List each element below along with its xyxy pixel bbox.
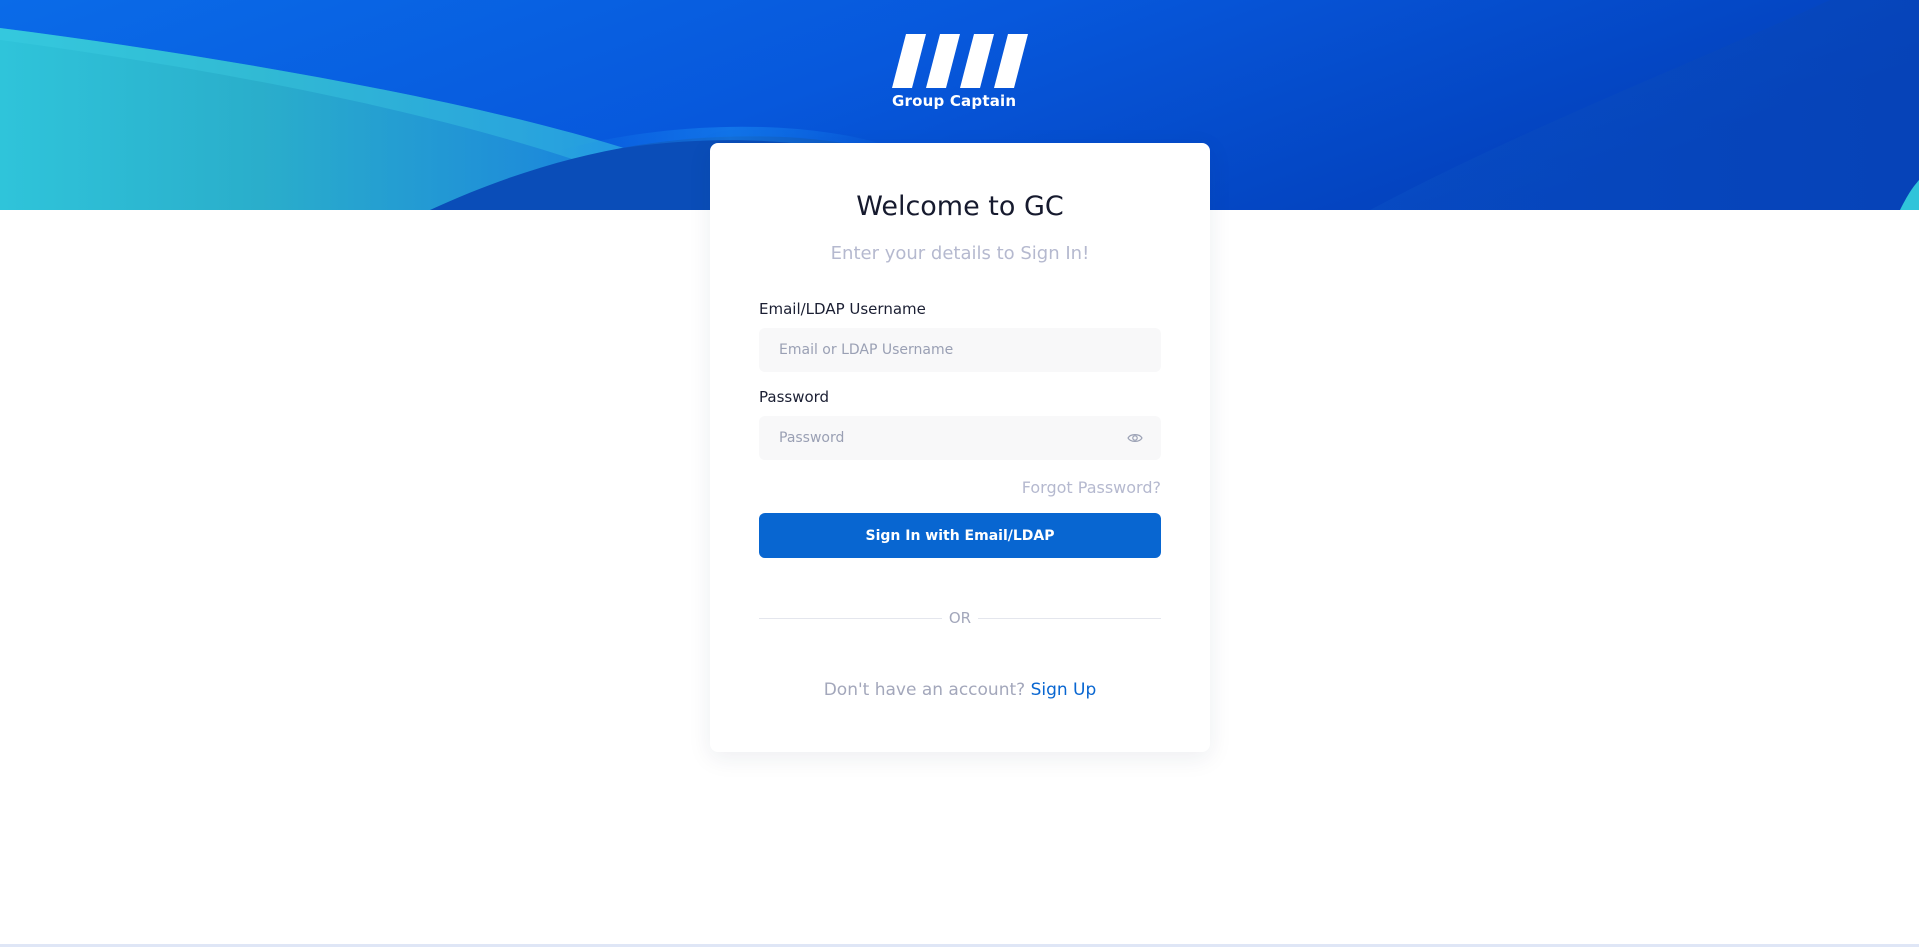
signup-prompt: Don't have an account? (823, 680, 1031, 700)
four-slanted-bars-logo-icon (892, 34, 1028, 88)
eye-icon[interactable] (1127, 431, 1143, 445)
login-page: Group Captain Welcome to GC Enter your d… (0, 0, 1919, 947)
signup-row: Don't have an account? Sign Up (710, 680, 1210, 700)
group-captain-logo: Group Captain (892, 34, 1028, 112)
divider-line-right (978, 618, 1161, 619)
or-divider: OR (759, 609, 1161, 629)
page-subtitle: Enter your details to Sign In! (830, 243, 1090, 264)
sign-in-button[interactable]: Sign In with Email/LDAP (759, 513, 1161, 558)
login-card: Welcome to GC Enter your details to Sign… (710, 143, 1210, 752)
email-field[interactable] (759, 328, 1161, 372)
password-field[interactable] (759, 416, 1161, 460)
password-label: Password (759, 388, 830, 406)
page-title: Welcome to GC (856, 191, 1064, 222)
sign-up-link[interactable]: Sign Up (1031, 680, 1097, 700)
brand-name: Group Captain (892, 92, 1017, 110)
email-label: Email/LDAP Username (759, 300, 926, 318)
password-field-wrapper (759, 416, 1161, 460)
email-field-wrapper (759, 328, 1161, 372)
forgot-password-link[interactable]: Forgot Password? (1022, 478, 1161, 497)
